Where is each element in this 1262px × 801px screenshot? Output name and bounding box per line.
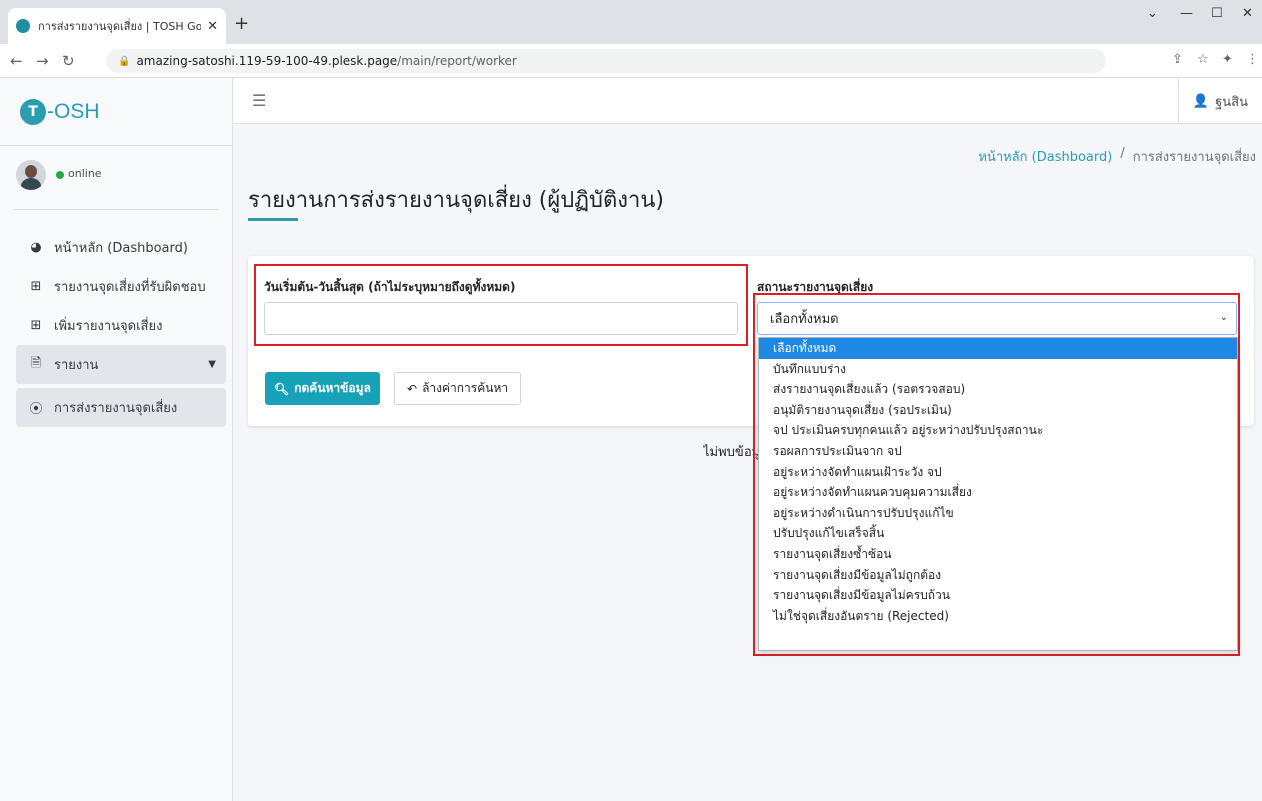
breadcrumb-home-link[interactable]: หน้าหลัก (Dashboard) — [978, 146, 1112, 167]
title-underline — [248, 218, 298, 221]
status-option[interactable]: ไม่ใช่จุดเสี่ยงอันตราย (Rejected) — [759, 606, 1237, 627]
search-button[interactable]: 🔍︎ กดค้นหาข้อมูล — [265, 372, 380, 405]
browser-tabbar: การส่งรายงานจุดเสี่ยง | TOSH Good ✕ + ⌄ … — [0, 0, 1262, 44]
minimize-icon[interactable]: — — [1180, 6, 1193, 21]
browser-tab[interactable]: การส่งรายงานจุดเสี่ยง | TOSH Good ✕ — [8, 8, 226, 44]
maximize-icon[interactable]: ☐ — [1211, 6, 1223, 21]
brand-logo[interactable]: T -OSH — [0, 78, 233, 146]
sidebar-item-label: หน้าหลัก (Dashboard) — [54, 241, 188, 256]
status-option[interactable]: อนุมัติรายงานจุดเสี่ยง (รอประเมิน) — [759, 400, 1237, 421]
reset-button-label: ล้างค่าการค้นหา — [422, 381, 509, 395]
url-host: amazing-satoshi.119-59-100-49.plesk.page — [136, 54, 398, 68]
user-icon: 👤 — [1192, 93, 1210, 109]
reset-button[interactable]: ↶ ล้างค่าการค้นหา — [394, 372, 522, 405]
status-option[interactable]: จป ประเมินครบทุกคนแล้ว อยู่ระหว่างปรับปร… — [759, 420, 1237, 441]
sidebar-item-risk-report-submission[interactable]: ⦿ การส่งรายงานจุดเสี่ยง — [16, 388, 226, 427]
date-range-input[interactable] — [264, 302, 738, 335]
plus-square-icon: ⊞ — [30, 318, 42, 333]
sidebar-item-label: รายงานจุดเสี่ยงที่รับผิดชอบ — [54, 280, 206, 295]
reply-icon: ↶ — [407, 381, 418, 396]
sidebar: T -OSH online ◕ หน้าหลัก (Dashboard) ⊞ ร… — [0, 78, 233, 801]
user-status: online — [68, 167, 102, 180]
sidebar-item-reports[interactable]: 🗎 รายงาน ▼ — [16, 345, 226, 384]
lock-icon: 🔒 — [118, 55, 131, 67]
brand-name: -OSH — [47, 99, 100, 123]
sidebar-nav: ◕ หน้าหลัก (Dashboard) ⊞ รายงานจุดเสี่ยง… — [16, 228, 226, 427]
hamburger-menu-icon[interactable]: ☰ — [252, 91, 266, 110]
sidebar-item-add-report[interactable]: ⊞ เพิ่มรายงานจุดเสี่ยง — [16, 306, 226, 345]
breadcrumb-current: การส่งรายงานจุดเสี่ยง — [1132, 150, 1256, 165]
favicon-icon — [16, 19, 30, 33]
new-tab-icon[interactable]: + — [234, 13, 249, 34]
sidebar-item-label: รายงาน — [54, 358, 99, 373]
status-option[interactable]: รายงานจุดเสี่ยงซ้ำซ้อน — [759, 544, 1237, 565]
circle-dot-icon: ⦿ — [29, 402, 43, 417]
status-option[interactable]: บันทึกแบบร่าง — [759, 359, 1237, 380]
back-icon[interactable]: ← — [10, 52, 23, 70]
breadcrumb: หน้าหลัก (Dashboard) / การส่งรายงานจุดเส… — [978, 146, 1256, 167]
online-status-icon — [56, 171, 64, 179]
sidebar-item-responsible-reports[interactable]: ⊞ รายงานจุดเสี่ยงที่รับผิดชอบ — [16, 267, 226, 306]
status-option[interactable]: รายงานจุดเสี่ยงมีข้อมูลไม่ถูกต้อง — [759, 565, 1237, 586]
brand-logo-icon: T — [20, 98, 46, 125]
status-option[interactable]: รายงานจุดเสี่ยงมีข้อมูลไม่ครบถ้วน — [759, 585, 1237, 606]
reload-icon[interactable]: ↻ — [62, 52, 75, 70]
share-icon[interactable]: ⇪ — [1172, 52, 1183, 67]
top-navbar: ☰ 👤 ฐนสิน — [234, 78, 1262, 124]
address-bar: ← → ↻ 🔒 amazing-satoshi.119-59-100-49.pl… — [0, 44, 1262, 78]
forward-icon[interactable]: → — [36, 52, 49, 70]
avatar — [16, 160, 46, 190]
status-option[interactable]: ปรับปรุงแก้ไขเสร็จสิ้น — [759, 523, 1237, 544]
url-field[interactable]: 🔒 amazing-satoshi.119-59-100-49.plesk.pa… — [106, 49, 1106, 73]
file-icon: 🗎 — [30, 355, 42, 371]
search-button-label: กดค้นหาข้อมูล — [294, 381, 371, 395]
sidebar-item-label: เพิ่มรายงานจุดเสี่ยง — [54, 319, 163, 334]
star-icon[interactable]: ☆ — [1197, 52, 1209, 67]
user-name: ฐนสิน — [1215, 94, 1248, 110]
status-option[interactable]: เลือกทั้งหมด — [759, 338, 1237, 359]
breadcrumb-separator: / — [1120, 146, 1125, 161]
user-menu[interactable]: 👤 ฐนสิน — [1177, 78, 1262, 124]
chevron-down-icon: ▼ — [208, 359, 216, 370]
sidebar-item-dashboard[interactable]: ◕ หน้าหลัก (Dashboard) — [16, 228, 226, 267]
close-tab-icon[interactable]: ✕ — [207, 19, 218, 34]
tab-title: การส่งรายงานจุดเสี่ยง | TOSH Good — [38, 20, 202, 33]
status-option[interactable]: รอผลการประเมินจาก จป — [759, 441, 1237, 462]
menu-dots-icon[interactable]: ⋮ — [1246, 52, 1259, 67]
close-window-icon[interactable]: ✕ — [1242, 6, 1253, 21]
page-title: รายงานการส่งรายงานจุดเสี่ยง (ผู้ปฏิบัติง… — [248, 188, 664, 213]
tab-search-icon[interactable]: ⌄ — [1147, 6, 1158, 21]
sidebar-item-label: การส่งรายงานจุดเสี่ยง — [54, 401, 178, 416]
url-path: /main/report/worker — [397, 54, 517, 68]
status-option[interactable]: ส่งรายงานจุดเสี่ยงแล้ว (รอตรวจสอบ) — [759, 379, 1237, 400]
gauge-icon: ◕ — [30, 240, 42, 255]
search-icon: 🔍︎ — [274, 381, 290, 396]
status-option[interactable]: อยู่ระหว่างจัดทำแผนควบคุมความเสี่ยง — [759, 482, 1237, 503]
user-panel: online — [14, 160, 219, 210]
table-icon: ⊞ — [30, 279, 42, 294]
status-dropdown-list: เลือกทั้งหมด บันทึกแบบร่าง ส่งรายงานจุดเ… — [758, 337, 1238, 651]
status-option[interactable]: อยู่ระหว่างดำเนินการปรับปรุงแก้ไข — [759, 503, 1237, 524]
extensions-icon[interactable]: ✦ — [1222, 52, 1233, 67]
date-range-label: วันเริ่มต้น-วันสิ้นสุด (ถ้าไม่ระบุหมายถึ… — [264, 280, 516, 294]
status-option[interactable]: อยู่ระหว่างจัดทำแผนเฝ้าระวัง จป — [759, 462, 1237, 483]
